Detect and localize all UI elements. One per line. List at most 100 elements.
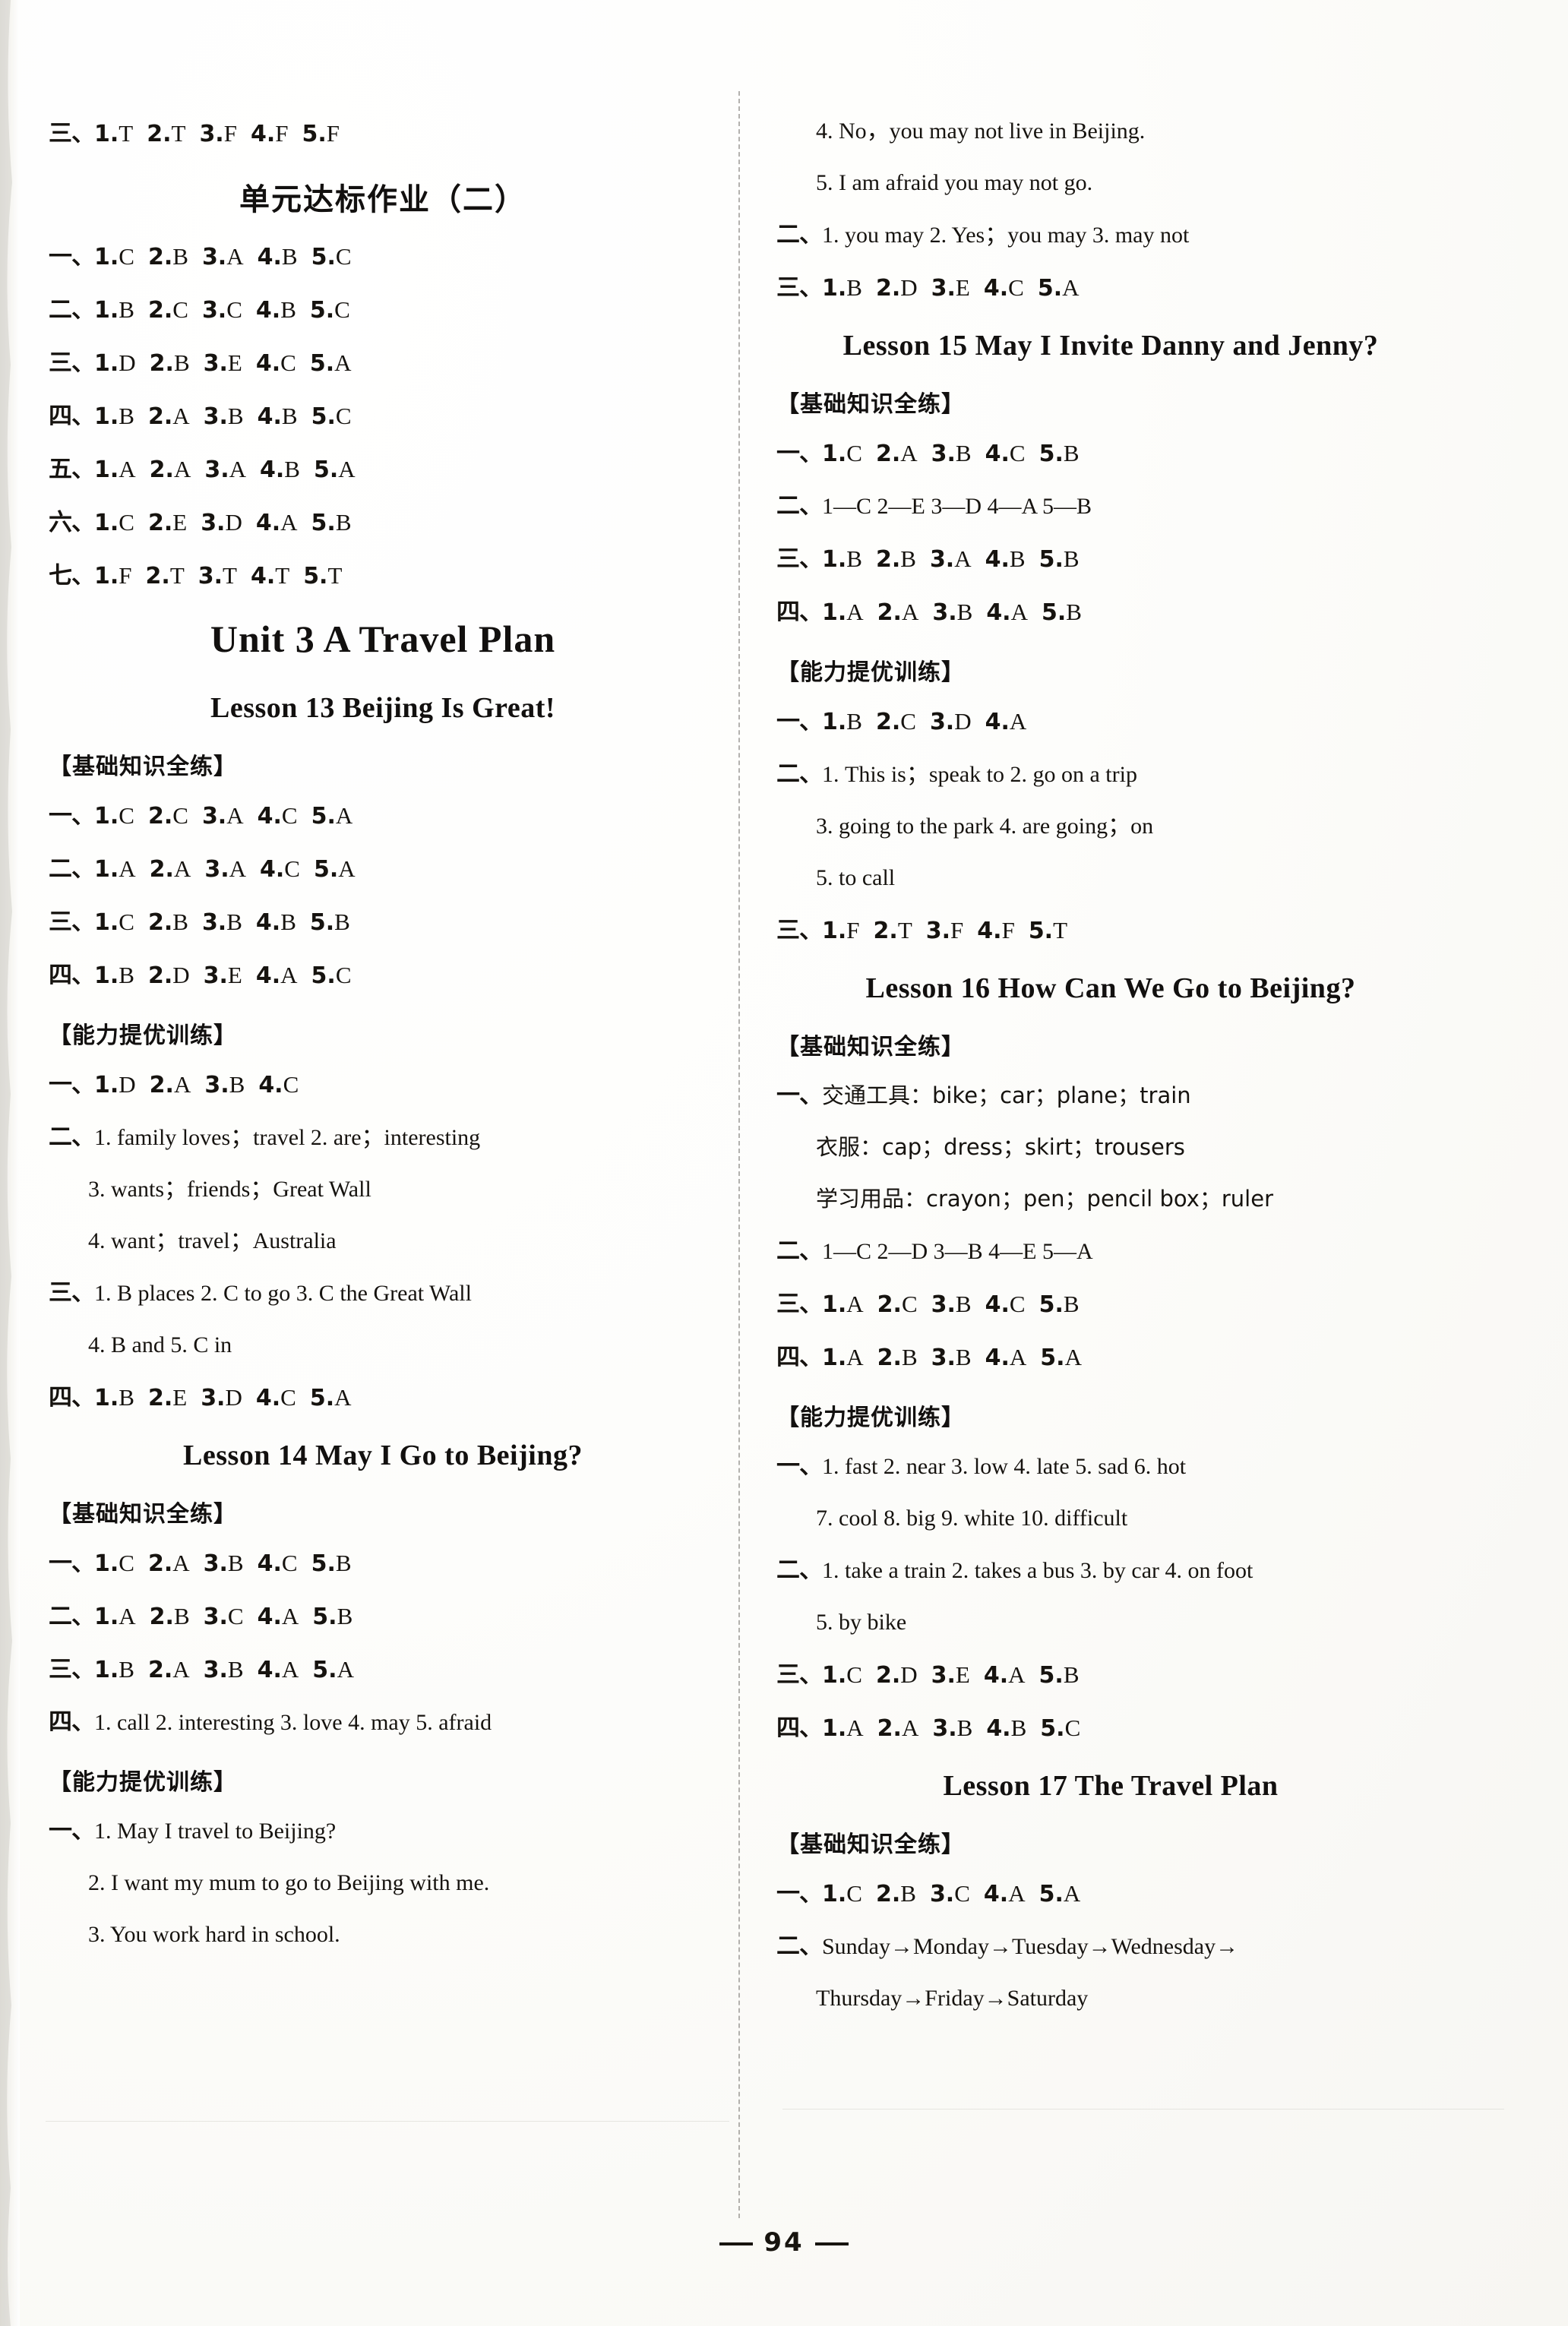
item-number: 5.: [311, 510, 336, 536]
item-value: B: [900, 1880, 916, 1907]
answer-row: 二、1.B 2.C 3.C 4.B 5.C: [49, 298, 717, 322]
answer-row: 四、1.A 2.A 3.B 4.A 5.B: [776, 600, 1445, 624]
row-label: 一、: [49, 243, 95, 270]
weekday-sequence: Sunday→Monday→Tuesday→Wednesday→: [822, 1934, 1239, 1959]
row-label: 四、: [49, 1708, 95, 1736]
item-number: 2.: [147, 962, 173, 989]
item-value: A: [229, 456, 247, 482]
item-value: B: [280, 296, 296, 323]
answer-text: 1. take a train 2. takes a bus 3. by car…: [822, 1558, 1253, 1583]
row-label: 二、: [49, 855, 95, 883]
item-value: B: [846, 545, 862, 572]
row-label: 四、: [49, 1384, 95, 1411]
item-value: C: [846, 1880, 862, 1907]
item-value: B: [337, 1603, 353, 1629]
item-value: B: [227, 1656, 244, 1683]
item-value: C: [119, 802, 134, 829]
item-number: 2.: [877, 1291, 902, 1318]
item-number: 1.: [94, 510, 119, 536]
row-label: 一、: [49, 1071, 95, 1098]
item-value: B: [1009, 545, 1026, 572]
item-number: 4.: [977, 918, 1002, 944]
item-number: 5.: [312, 1657, 337, 1683]
item-value: A: [280, 509, 298, 536]
item-value: B: [119, 1384, 134, 1411]
item-number: 4.: [257, 1657, 282, 1683]
item-value: A: [1064, 1344, 1082, 1370]
lesson13-advanced-heading: 【能力提优训练】: [49, 1022, 237, 1049]
item-number: 4.: [983, 1881, 1009, 1907]
item-number: 1.: [94, 1604, 119, 1630]
item-number: 1.: [94, 803, 119, 830]
answer-row: 一、1.B 2.C 3.D 4.A: [776, 709, 1445, 734]
item-number: 1.: [94, 1072, 119, 1098]
lesson13-advanced-row1: 一、1.D 2.A 3.B 4.C: [49, 1073, 717, 1097]
item-number: 3.: [204, 856, 229, 883]
item-number: 5.: [1040, 1345, 1065, 1371]
vocab-transport: 交通工具：bike；car；plane；train: [822, 1082, 1191, 1108]
item-number: 3.: [932, 1715, 957, 1742]
answer-row: 三、1.C 2.B 3.B 4.B 5.B: [49, 910, 717, 934]
item-value: B: [901, 1344, 918, 1370]
answer-row: 三、1.F 2.T 3.F 4.F 5.T: [776, 918, 1445, 943]
answer-text: 1. May I travel to Beijing?: [94, 1819, 337, 1844]
item-value: A: [229, 855, 247, 882]
item-number: 2.: [149, 350, 174, 377]
row-label: 二、: [776, 1556, 823, 1584]
item-number: 1.: [94, 856, 119, 883]
lesson14-advanced-row1: 一、1. May I travel to Beijing?: [49, 1819, 717, 1843]
item-number: 3.: [931, 1291, 956, 1318]
item-number: 2.: [877, 599, 902, 626]
item-value: T: [119, 120, 134, 147]
answer-text: 3. You work hard in school.: [88, 1922, 340, 1947]
lesson15-advanced-row1: 一、1.B 2.C 3.D 4.A: [776, 709, 1445, 734]
item-number: 4.: [257, 403, 282, 430]
answer-text: 3. wants；friends；Great Wall: [88, 1177, 371, 1202]
item-number: 4.: [986, 1715, 1011, 1742]
item-value: C: [119, 509, 134, 536]
lesson16-advanced-heading: 【能力提优训练】: [776, 1405, 965, 1431]
item-number: 5.: [313, 856, 339, 883]
lesson14-advanced-row1-line5: 5. I am afraid you may not go.: [816, 172, 1445, 194]
lesson14-title: Lesson 14 May I Go to Beijing?: [183, 1440, 583, 1471]
item-number: 1.: [94, 1385, 119, 1411]
item-number: 2.: [875, 1881, 901, 1907]
item-value: B: [956, 599, 973, 625]
item-value: A: [226, 243, 244, 270]
row-label: 三、: [776, 1661, 823, 1689]
item-number: 4.: [986, 599, 1011, 626]
item-number: 2.: [875, 1662, 901, 1689]
lesson16-advanced-row4: 四、1.A 2.A 3.B 4.B 5.C: [776, 1716, 1445, 1740]
item-number: 1.: [94, 1657, 119, 1683]
item-number: 3.: [199, 121, 224, 147]
item-number: 3.: [931, 441, 956, 467]
item-number: 4.: [255, 1385, 281, 1411]
lesson13-advanced-row3: 三、1. B places 2. C to go 3. C the Great …: [49, 1282, 717, 1305]
page-number-footer: 94: [0, 2227, 1568, 2258]
item-number: 1.: [94, 563, 119, 589]
lesson14-advanced-heading: 【能力提优训练】: [49, 1769, 237, 1796]
item-value: C: [281, 802, 298, 829]
lesson15-advanced-row3: 三、1.F 2.T 3.F 4.F 5.T: [776, 918, 1445, 943]
item-value: D: [172, 962, 190, 988]
item-value: E: [172, 1384, 188, 1411]
item-value: E: [227, 962, 242, 988]
item-value: F: [326, 120, 340, 147]
lesson16-vocab-row: 一、交通工具：bike；car；plane；train: [776, 1084, 1445, 1108]
answer-text: 5. to call: [816, 865, 896, 890]
item-number: 1.: [822, 1715, 847, 1742]
answer-row: 六、1.C 2.E 3.D 4.A 5.B: [49, 510, 717, 535]
item-value: B: [335, 1550, 352, 1576]
item-value: F: [119, 562, 132, 589]
item-value: A: [901, 1714, 919, 1741]
item-value: C: [1008, 274, 1024, 301]
item-value: B: [846, 708, 862, 735]
item-value: C: [172, 296, 188, 323]
row-label: 一、: [776, 1880, 823, 1907]
item-value: C: [226, 296, 242, 323]
item-value: D: [225, 509, 242, 536]
lesson14-basic-heading: 【基础知识全练】: [49, 1501, 237, 1528]
item-value: A: [846, 599, 864, 625]
lesson13-advanced-row3-line2: 4. B and 5. C in: [88, 1334, 717, 1357]
lesson14-basic-row4: 四、1. call 2. interesting 3. love 4. may …: [49, 1711, 717, 1734]
